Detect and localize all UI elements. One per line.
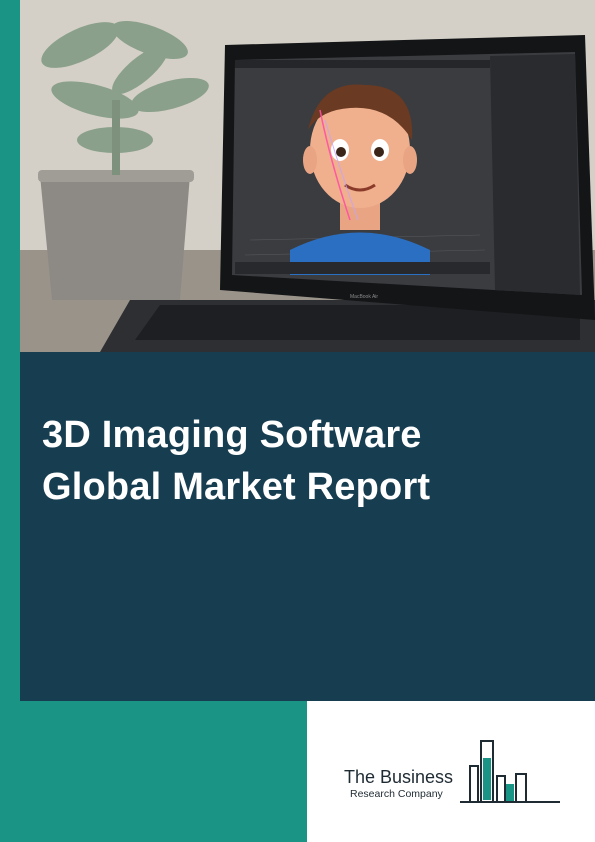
report-title-line-1: 3D Imaging Software — [42, 414, 422, 456]
laptop-brand-label: MacBook Air — [350, 294, 378, 300]
title-panel: 3D Imaging Software Global Market Report — [20, 352, 595, 701]
report-title: 3D Imaging Software Global Market Report — [42, 409, 562, 513]
publisher-logo: The Business Research Company — [340, 738, 565, 808]
report-title-line-2: Global Market Report — [42, 466, 431, 508]
plant-pot — [40, 175, 190, 300]
bottom-accent-block — [0, 701, 307, 842]
publisher-subtitle: Research Company — [350, 788, 443, 800]
cover-hero-image: MacBook Air — [20, 0, 595, 352]
laptop-scene-illustration: MacBook Air — [20, 0, 595, 352]
publisher-name: The Business — [344, 767, 454, 787]
